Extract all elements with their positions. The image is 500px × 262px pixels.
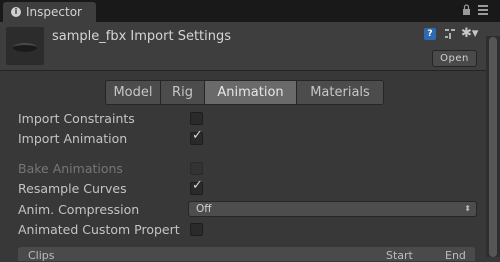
clips-title: Clips (28, 249, 55, 262)
tab-materials[interactable]: Materials (297, 81, 383, 104)
import-constraints-checkbox[interactable] (190, 112, 203, 125)
inspector-tab-label: Inspector (26, 5, 82, 19)
resample-curves-checkbox[interactable]: ✓ (190, 178, 203, 195)
checkmark-icon: ✓ (192, 178, 203, 193)
inspector-tab[interactable]: i Inspector (3, 2, 96, 22)
tab-rig[interactable]: Rig (161, 81, 205, 104)
help-icon[interactable]: ? (424, 28, 436, 40)
import-animation-checkbox[interactable]: ✓ (190, 128, 203, 145)
import-animation-label: Import Animation (18, 131, 128, 146)
animated-custom-properties-label: Animated Custom Propert (18, 222, 180, 237)
clips-column-end: End (445, 249, 466, 262)
anim-compression-value: Off (196, 203, 212, 215)
import-constraints-label: Import Constraints (18, 111, 135, 126)
page-title: sample_fbx Import Settings (52, 29, 232, 44)
info-icon: i (11, 7, 21, 17)
animated-custom-properties-checkbox[interactable] (190, 223, 203, 236)
window-tab-strip: i Inspector (0, 0, 500, 22)
menu-icon[interactable] (478, 5, 490, 17)
resample-curves-label: Resample Curves (18, 181, 127, 196)
bake-animations-label: Bake Animations (18, 161, 123, 176)
tab-animation[interactable]: Animation (205, 81, 297, 104)
scrollbar-thumb[interactable] (489, 37, 497, 257)
updown-arrow-icon: ⬍ (464, 204, 471, 213)
lock-icon[interactable] (462, 4, 471, 16)
checkmark-icon: ✓ (192, 128, 203, 143)
import-tabs: Model Rig Animation Materials (105, 80, 384, 105)
tab-model[interactable]: Model (106, 81, 161, 104)
anim-compression-label: Anim. Compression (18, 202, 140, 217)
preset-icon[interactable] (444, 28, 456, 40)
clips-list-header: Clips Start End (18, 247, 475, 262)
bake-animations-checkbox (190, 162, 203, 175)
open-button[interactable]: Open (432, 50, 477, 67)
gear-icon[interactable]: ✱▾ (461, 27, 479, 41)
anim-compression-dropdown[interactable]: Off ⬍ (188, 201, 477, 217)
asset-thumbnail (6, 27, 44, 65)
clips-column-start: Start (386, 249, 413, 262)
import-settings-header: sample_fbx Import Settings ? ✱▾ Open (0, 22, 500, 71)
